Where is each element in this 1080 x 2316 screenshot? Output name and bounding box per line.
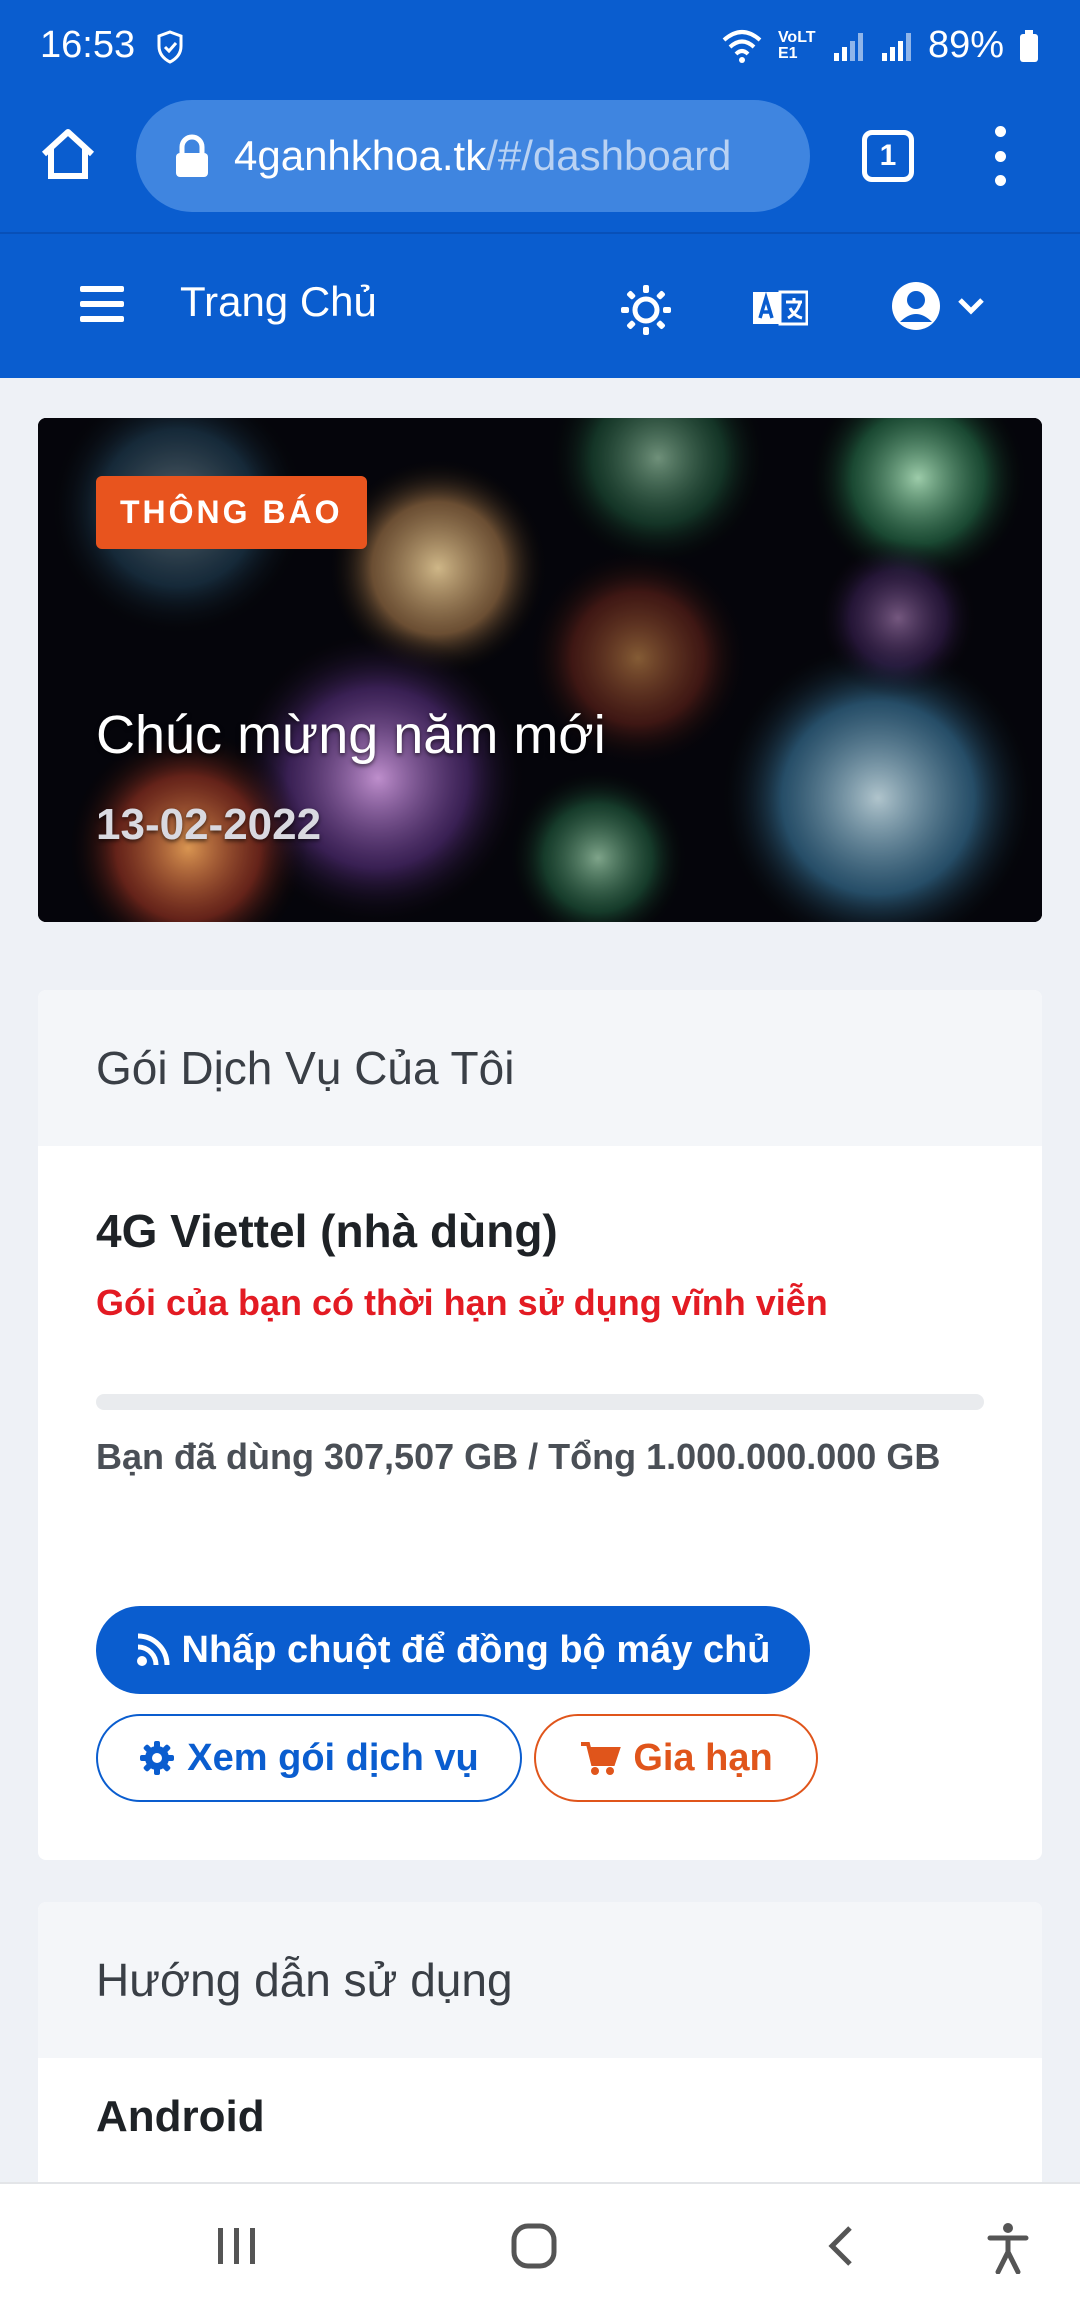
signal-icon-2 [881, 32, 911, 61]
plan-name: 4G Viettel (nhà dùng) [96, 1205, 558, 1257]
user-avatar-icon [892, 282, 940, 330]
service-card-header: Gói Dịch Vụ Của Tôi [38, 990, 1042, 1146]
lock-icon [176, 134, 208, 177]
renew-button[interactable]: Gia hạn [534, 1714, 818, 1802]
service-card: Gói Dịch Vụ Của Tôi 4G Viettel (nhà dùng… [38, 990, 1042, 1860]
guide-android-heading: Android [96, 2092, 265, 2141]
translate-icon[interactable] [752, 288, 808, 328]
signal-icon [833, 32, 863, 61]
rss-icon [136, 1633, 169, 1666]
back-icon[interactable] [824, 2224, 860, 2268]
view-plans-label: Xem gói dịch vụ [187, 1736, 479, 1779]
user-menu-button[interactable] [890, 280, 994, 332]
announcement-badge: THÔNG BÁO [96, 476, 367, 549]
status-bar: 16:53 VoLTE1 89% [0, 0, 1080, 92]
recent-apps-icon[interactable] [214, 2224, 258, 2268]
announcement-banner[interactable]: THÔNG BÁO Chúc mừng năm mới 13-02-2022 [38, 418, 1042, 922]
url-path: /#/dashboard [486, 132, 732, 179]
system-navigation-bar [0, 2182, 1080, 2316]
home-icon[interactable] [36, 122, 100, 186]
sun-icon[interactable] [620, 284, 672, 336]
shield-icon [157, 30, 183, 64]
plan-expiry-note: Gói của bạn có thời hạn sử dụng vĩnh viễ… [96, 1282, 828, 1323]
announcement-date: 13-02-2022 [96, 800, 322, 849]
usage-text: Bạn đã dùng 307,507 GB / Tổng 1.000.000.… [96, 1436, 941, 1477]
chevron-down-icon [958, 298, 984, 315]
accessibility-icon[interactable] [986, 2222, 1030, 2274]
app-navbar: Trang Chủ [0, 234, 1080, 378]
cart-icon [581, 1742, 622, 1775]
clock: 16:53 [40, 24, 136, 66]
sync-server-button[interactable]: Nhấp chuột để đồng bộ máy chủ [96, 1606, 810, 1694]
renew-label: Gia hạn [633, 1736, 773, 1779]
view-plans-button[interactable]: Xem gói dịch vụ [96, 1714, 522, 1802]
sync-server-label: Nhấp chuột để đồng bộ máy chủ [181, 1628, 771, 1671]
browser-toolbar: 4ganhkhoa.tk/#/dashboard 1 [0, 92, 1080, 234]
hamburger-menu-icon[interactable] [80, 286, 124, 322]
home-nav-icon[interactable] [510, 2222, 558, 2270]
volte-icon: VoLTE1 [777, 28, 816, 62]
guide-card: Hướng dẫn sử dụng Android [38, 1902, 1042, 2202]
overflow-menu-icon[interactable] [990, 126, 1010, 186]
tab-switcher-button[interactable]: 1 [862, 130, 914, 182]
page-title: Trang Chủ [180, 278, 377, 325]
guide-card-header: Hướng dẫn sử dụng [38, 1902, 1042, 2058]
url-host: 4ganhkhoa.tk [234, 132, 487, 179]
address-bar[interactable]: 4ganhkhoa.tk/#/dashboard [136, 100, 810, 212]
wifi-icon [722, 29, 762, 63]
announcement-title: Chúc mừng năm mới [96, 705, 606, 765]
usage-progress-bar [96, 1394, 984, 1410]
battery-percent: 89% [927, 24, 1004, 66]
gear-icon [140, 1741, 175, 1775]
battery-icon [1020, 29, 1038, 62]
